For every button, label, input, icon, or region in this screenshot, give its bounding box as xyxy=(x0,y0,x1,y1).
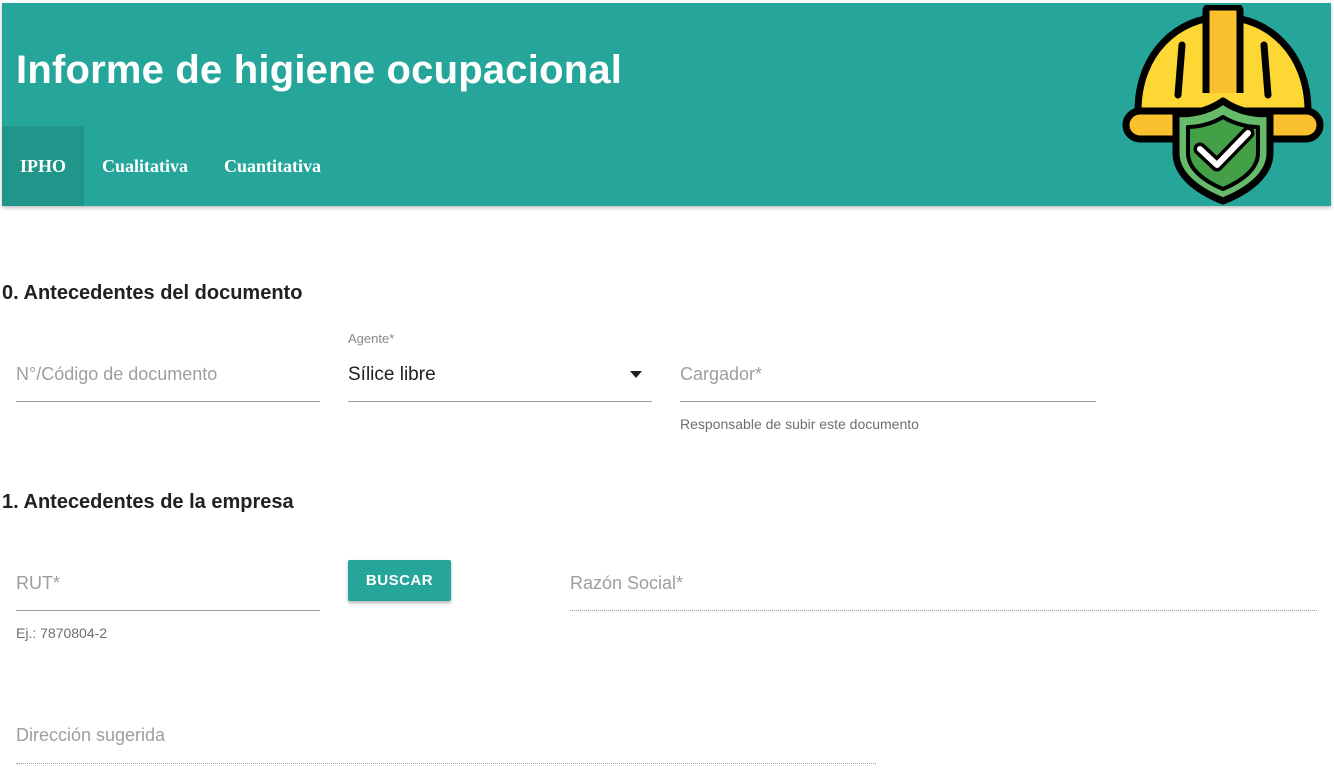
rut-placeholder: RUT* xyxy=(16,573,60,593)
uploader-underline xyxy=(680,401,1096,402)
tab-bar: IPHO Cualitativa Cuantitativa xyxy=(2,126,339,206)
uploader-helper: Responsable de subir este documento xyxy=(680,416,919,432)
business-name-placeholder: Razón Social* xyxy=(570,573,684,593)
agent-select[interactable]: Agente* Sílice libre xyxy=(348,331,652,402)
tab-cualitativa[interactable]: Cualitativa xyxy=(84,126,206,206)
app-title: Informe de higiene ocupacional xyxy=(16,48,623,92)
hard-hat-shield-check-icon xyxy=(1122,5,1324,205)
suggested-address-placeholder: Dirección sugerida xyxy=(16,725,166,745)
rut-helper: Ej.: 7870804-2 xyxy=(16,625,108,641)
agent-value: Sílice libre xyxy=(348,364,436,385)
document-code-placeholder: N°/Código de documento xyxy=(16,364,218,384)
rut-field[interactable]: RUT* Ej.: 7870804-2 xyxy=(16,549,320,645)
business-name-underline xyxy=(570,610,1317,611)
rut-underline xyxy=(16,610,320,611)
suggested-address-underline xyxy=(16,763,876,764)
uploader-placeholder: Cargador* xyxy=(680,364,763,384)
document-code-field[interactable]: N°/Código de documento xyxy=(16,340,320,402)
search-button[interactable]: BUSCAR xyxy=(348,560,451,601)
document-code-underline xyxy=(16,401,320,402)
agent-label: Agente* xyxy=(348,331,395,346)
business-name-field[interactable]: Razón Social* xyxy=(570,549,1317,611)
tab-cuantitativa[interactable]: Cuantitativa xyxy=(206,126,339,206)
agent-underline xyxy=(348,401,652,402)
suggested-address-field[interactable]: Dirección sugerida xyxy=(16,701,876,765)
app-bar: Informe de higiene ocupacional IPHO Cual… xyxy=(2,3,1331,206)
section-title-company: 1. Antecedentes de la empresa xyxy=(2,491,294,513)
uploader-field[interactable]: Cargador* Responsable de subir este docu… xyxy=(680,340,1096,436)
caret-down-icon xyxy=(630,371,642,378)
tab-ipho[interactable]: IPHO xyxy=(2,126,85,206)
section-title-document: 0. Antecedentes del documento xyxy=(2,282,303,304)
